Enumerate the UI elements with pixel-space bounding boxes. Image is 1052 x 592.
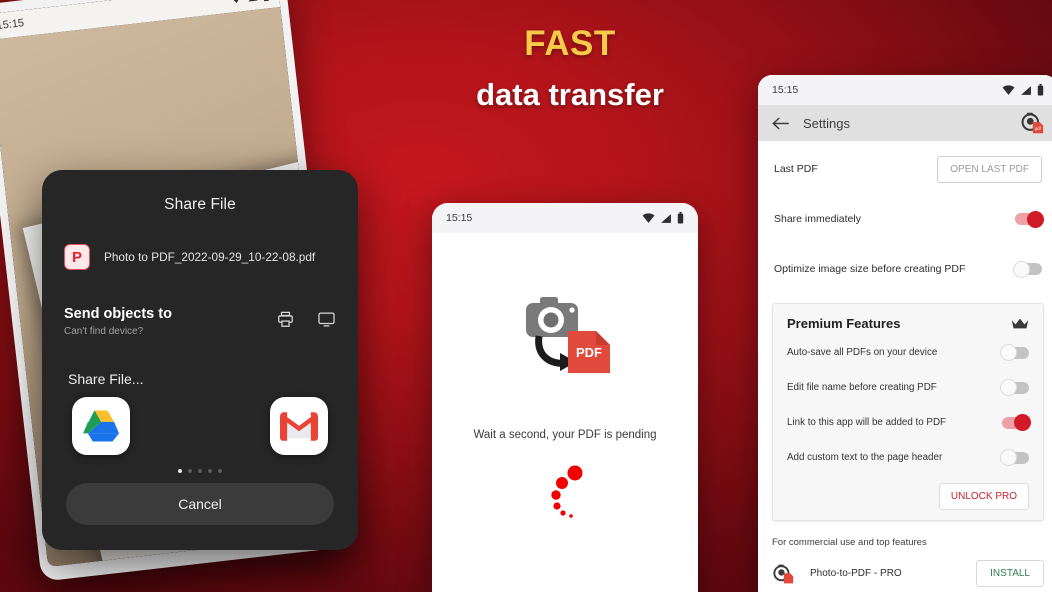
shared-file-name: Photo to PDF_2022-09-29_10-22-08.pdf xyxy=(104,250,316,264)
setting-row-share-immediately: Share immediately xyxy=(758,199,1052,239)
premium-title: Premium Features xyxy=(787,316,901,331)
premium-row-edit-filename: Edit file name before creating PDF xyxy=(773,370,1043,405)
premium-row-autosave: Auto-save all PDFs on your device xyxy=(773,335,1043,370)
share-page-indicator xyxy=(42,469,358,473)
toggle-knob xyxy=(1000,449,1017,466)
premium-label: Link to this app will be added to PDF xyxy=(787,417,947,428)
camera-to-pdf-logo: PDF xyxy=(525,297,610,373)
unlock-pro-button[interactable]: UNLOCK PRO xyxy=(938,483,1029,510)
edit-filename-toggle[interactable] xyxy=(1000,379,1029,396)
printer-icon[interactable] xyxy=(276,310,295,329)
cancel-button[interactable]: Cancel xyxy=(66,483,334,525)
toggle-knob xyxy=(1013,260,1030,278)
premium-label: Add custom text to the page header xyxy=(787,452,943,463)
settings-system-icons xyxy=(1002,84,1044,96)
svg-text:pdf: pdf xyxy=(1035,126,1042,131)
crown-icon xyxy=(1011,318,1029,329)
send-objects-section: Send objects to Can't find device? xyxy=(64,306,336,337)
signal-icon xyxy=(1021,85,1031,95)
install-button[interactable]: INSTALL xyxy=(976,560,1044,587)
page-dot xyxy=(218,469,222,473)
settings-app-bar: Settings pdf xyxy=(758,105,1052,141)
google-drive-icon xyxy=(83,410,119,442)
toggle-knob xyxy=(1000,344,1017,361)
setting-row-last-pdf: Last PDF OPEN LAST PDF xyxy=(758,149,1052,189)
camera-pdf-app-icon xyxy=(773,564,794,583)
premium-row-custom-header: Add custom text to the page header xyxy=(773,440,1043,475)
center-system-icons xyxy=(642,212,684,224)
wifi-icon xyxy=(1002,84,1015,95)
promo-headline: FAST data transfer xyxy=(410,24,730,113)
share-file-label: Share File... xyxy=(68,371,144,387)
premium-features-card: Premium Features Auto-save all PDFs on y… xyxy=(772,303,1044,521)
link-to-app-toggle[interactable] xyxy=(1002,414,1031,431)
open-last-pdf-button[interactable]: OPEN LAST PDF xyxy=(937,155,1042,183)
custom-header-toggle[interactable] xyxy=(1000,449,1029,466)
setting-row-optimize-image: Optimize image size before creating PDF xyxy=(758,249,1052,289)
setting-label: Share immediately xyxy=(774,213,861,225)
tablet-system-icons xyxy=(230,0,270,5)
pdf-pending-screen: PDF Wait a second, your PDF is pending xyxy=(432,233,698,592)
battery-icon xyxy=(1037,84,1044,96)
pending-message: Wait a second, your PDF is pending xyxy=(473,429,657,441)
toggle-knob xyxy=(1000,379,1017,396)
tablet-clock: 15:15 xyxy=(0,17,25,33)
toggle-knob xyxy=(1014,414,1031,431)
loading-dots-spinner xyxy=(551,465,583,518)
pdf-logo-label: PDF xyxy=(576,345,602,360)
share-target-google-drive[interactable] xyxy=(72,397,130,455)
signal-icon xyxy=(248,0,258,2)
settings-status-bar: 15:15 xyxy=(758,75,1052,105)
optimize-image-toggle[interactable] xyxy=(1013,260,1042,278)
display-icon[interactable] xyxy=(317,310,336,329)
center-status-bar: 15:15 xyxy=(432,203,698,233)
shared-file-row: P Photo to PDF_2022-09-29_10-22-08.pdf xyxy=(64,244,358,270)
camera-pdf-app-icon[interactable]: pdf xyxy=(1020,111,1044,135)
settings-phone-device: 15:15 Settings pdf Last PDF OPEN LAST PD… xyxy=(758,75,1052,592)
page-dot xyxy=(188,469,192,473)
page-dot xyxy=(198,469,202,473)
signal-icon xyxy=(661,213,671,223)
center-phone-device: 15:15 PDF Wait a second, your PDF is pen xyxy=(432,203,698,592)
headline-line-2: data transfer xyxy=(476,77,664,112)
premium-label: Auto-save all PDFs on your device xyxy=(787,347,938,358)
battery-icon xyxy=(677,212,684,224)
promo-text: For commercial use and top features xyxy=(772,537,927,548)
wifi-icon xyxy=(642,212,655,223)
send-objects-title: Send objects to xyxy=(64,306,172,322)
page-dot xyxy=(208,469,212,473)
toggle-knob xyxy=(1027,210,1044,228)
promo-app-row: Photo-to-PDF - PRO INSTALL xyxy=(772,560,1044,587)
promo-banner: 15:15 Share File P Photo to PDF_2022-09-… xyxy=(0,0,1052,592)
share-sheet-title: Share File xyxy=(164,196,236,213)
premium-card-header: Premium Features xyxy=(773,316,1043,335)
headline-line-1: FAST xyxy=(524,24,616,63)
share-target-gmail[interactable] xyxy=(270,397,328,455)
back-arrow-icon[interactable] xyxy=(772,116,789,131)
page-dot xyxy=(178,469,182,473)
cant-find-device-link[interactable]: Can't find device? xyxy=(64,326,276,337)
battery-icon xyxy=(263,0,269,1)
promo-app-name: Photo-to-PDF - PRO xyxy=(810,568,902,579)
center-clock: 15:15 xyxy=(446,212,473,224)
settings-clock: 15:15 xyxy=(772,84,799,96)
wifi-icon xyxy=(230,0,242,3)
settings-title: Settings xyxy=(803,115,850,131)
autosave-toggle[interactable] xyxy=(1000,344,1029,361)
premium-row-link-to-app: Link to this app will be added to PDF xyxy=(773,405,1043,440)
promo-section: For commercial use and top features Phot… xyxy=(772,537,1044,587)
setting-label: Last PDF xyxy=(774,163,818,175)
gmail-icon xyxy=(280,411,318,441)
pdf-file-icon: P xyxy=(64,244,90,270)
setting-label: Optimize image size before creating PDF xyxy=(774,263,966,275)
share-target-apps xyxy=(72,397,328,455)
share-immediately-toggle[interactable] xyxy=(1015,210,1044,228)
share-sheet-dialog: Share File P Photo to PDF_2022-09-29_10-… xyxy=(42,170,358,550)
premium-label: Edit file name before creating PDF xyxy=(787,382,937,393)
